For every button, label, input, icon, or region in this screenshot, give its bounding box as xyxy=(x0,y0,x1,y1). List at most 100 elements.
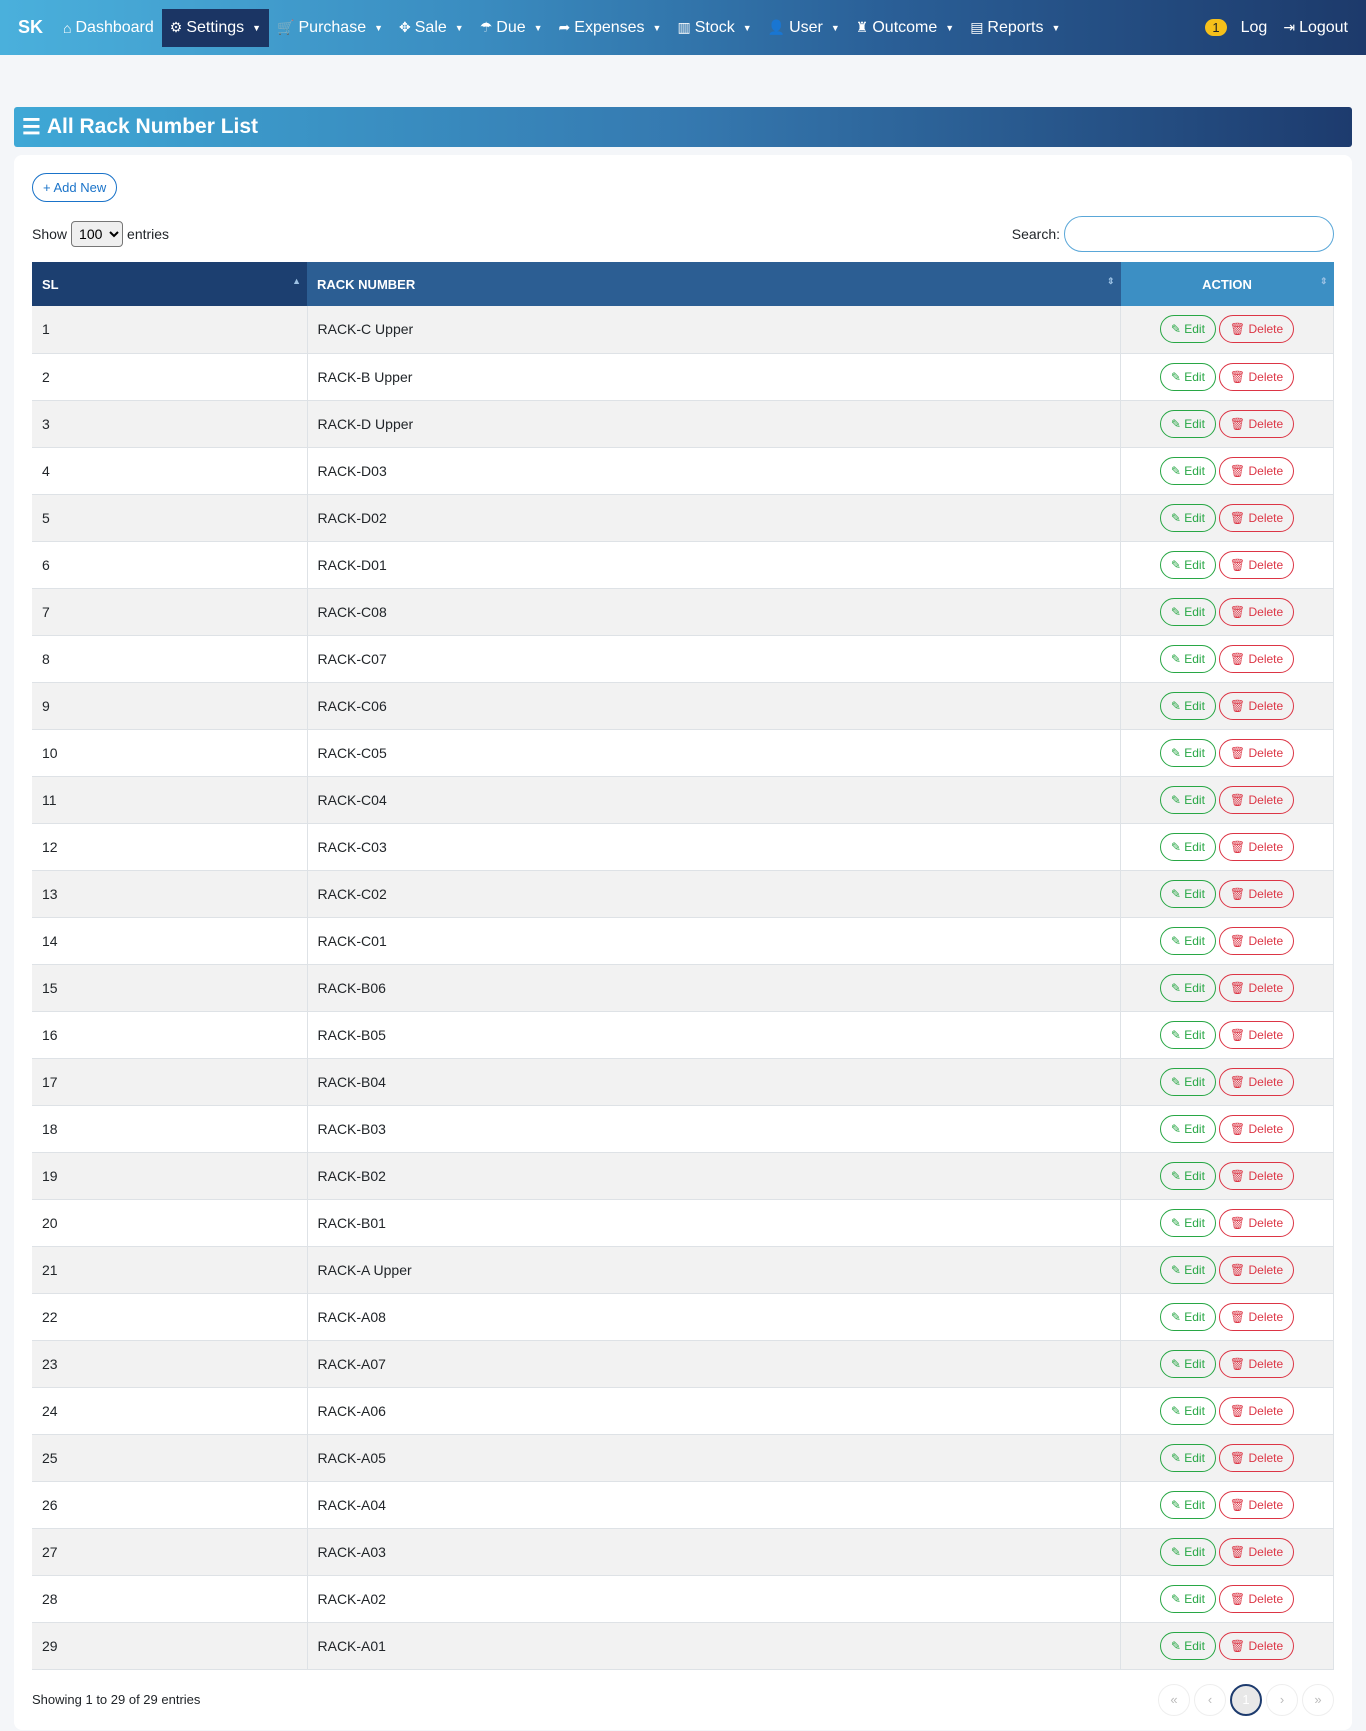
delete-button[interactable]: 🗑 Delete xyxy=(1218,1067,1295,1096)
nav-sale[interactable]: ✥ Sale ▼ xyxy=(391,9,472,47)
edit-button[interactable]: ✎ Edit xyxy=(1159,785,1216,814)
nav-dashboard[interactable]: ⌂ Dashboard xyxy=(55,9,162,47)
logout-link[interactable]: ⇥ Logout xyxy=(1275,9,1356,47)
cell-action: ✎ Edit 🗑 Delete xyxy=(1120,682,1334,730)
edit-button[interactable]: ✎ Edit xyxy=(1159,1208,1216,1237)
delete-button[interactable]: 🗑 Delete xyxy=(1218,456,1295,485)
trash-icon: 🗑 xyxy=(1229,1403,1249,1418)
add-new-button[interactable]: + Add New xyxy=(32,173,118,202)
edit-button[interactable]: ✎ Edit xyxy=(1159,1443,1216,1472)
delete-button[interactable]: 🗑 Delete xyxy=(1218,926,1295,955)
delete-button[interactable]: 🗑 Delete xyxy=(1218,597,1295,626)
delete-button[interactable]: 🗑 Delete xyxy=(1218,1584,1295,1613)
delete-button[interactable]: 🗑 Delete xyxy=(1218,362,1295,391)
delete-button[interactable]: 🗑 Delete xyxy=(1218,1396,1295,1425)
edit-button[interactable]: ✎ Edit xyxy=(1159,1302,1216,1331)
edit-button[interactable]: ✎ Edit xyxy=(1159,1584,1216,1613)
edit-button[interactable]: ✎ Edit xyxy=(1159,1631,1216,1660)
trash-icon: 🗑 xyxy=(1229,510,1249,525)
edit-icon: ✎ xyxy=(1170,651,1185,666)
delete-button[interactable]: 🗑 Delete xyxy=(1218,1020,1295,1049)
edit-button[interactable]: ✎ Edit xyxy=(1159,1255,1216,1284)
edit-button[interactable]: ✎ Edit xyxy=(1159,409,1216,438)
header-rack-number[interactable]: RACK NUMBER ⇕ xyxy=(307,262,1121,306)
trash-icon: 🗑 xyxy=(1229,1591,1249,1606)
edit-button[interactable]: ✎ Edit xyxy=(1159,644,1216,673)
delete-button[interactable]: 🗑 Delete xyxy=(1218,1490,1295,1519)
delete-button[interactable]: 🗑 Delete xyxy=(1218,1114,1295,1143)
nav-user[interactable]: 👤 User ▼ xyxy=(760,9,848,47)
edit-button[interactable]: ✎ Edit xyxy=(1159,597,1216,626)
delete-button[interactable]: 🗑 Delete xyxy=(1218,1302,1295,1331)
nav-settings[interactable]: ⚙ Settings ▼ xyxy=(161,8,270,47)
page-button[interactable]: › xyxy=(1266,1683,1298,1716)
brand[interactable]: SK xyxy=(18,17,43,38)
edit-button[interactable]: ✎ Edit xyxy=(1159,315,1216,344)
delete-button[interactable]: 🗑 Delete xyxy=(1218,1161,1295,1190)
delete-button[interactable]: 🗑 Delete xyxy=(1218,691,1295,720)
edit-button[interactable]: ✎ Edit xyxy=(1159,879,1216,908)
edit-button[interactable]: ✎ Edit xyxy=(1159,832,1216,861)
search-input[interactable] xyxy=(1064,216,1334,252)
delete-label: Delete xyxy=(1248,1544,1284,1559)
table-row: 15 RACK-B06 ✎ Edit 🗑 Delete xyxy=(32,964,1334,1012)
edit-button[interactable]: ✎ Edit xyxy=(1159,1490,1216,1519)
edit-button[interactable]: ✎ Edit xyxy=(1159,1114,1216,1143)
edit-button[interactable]: ✎ Edit xyxy=(1159,503,1216,532)
edit-button[interactable]: ✎ Edit xyxy=(1159,362,1216,391)
delete-button[interactable]: 🗑 Delete xyxy=(1218,1349,1295,1378)
edit-button[interactable]: ✎ Edit xyxy=(1159,1396,1216,1425)
delete-button[interactable]: 🗑 Delete xyxy=(1218,879,1295,908)
header-action[interactable]: ACTION ⇕ xyxy=(1120,262,1334,306)
delete-button[interactable]: 🗑 Delete xyxy=(1218,1537,1295,1566)
edit-button[interactable]: ✎ Edit xyxy=(1159,926,1216,955)
delete-button[interactable]: 🗑 Delete xyxy=(1218,409,1295,438)
edit-label: Edit xyxy=(1184,604,1205,619)
cell-action: ✎ Edit 🗑 Delete xyxy=(1120,1387,1334,1435)
page-button[interactable]: « xyxy=(1158,1683,1190,1716)
header-sl[interactable]: SL ▲ xyxy=(32,262,307,306)
delete-button[interactable]: 🗑 Delete xyxy=(1218,315,1295,344)
delete-label: Delete xyxy=(1248,1262,1284,1277)
delete-button[interactable]: 🗑 Delete xyxy=(1218,644,1295,673)
delete-label: Delete xyxy=(1248,1450,1284,1465)
cell-sl: 18 xyxy=(32,1105,308,1153)
edit-label: Edit xyxy=(1184,1121,1205,1136)
log-link[interactable]: Log xyxy=(1233,9,1276,47)
delete-button[interactable]: 🗑 Delete xyxy=(1218,973,1295,1002)
edit-button[interactable]: ✎ Edit xyxy=(1159,973,1216,1002)
trash-icon: 🗑 xyxy=(1229,322,1249,337)
edit-button[interactable]: ✎ Edit xyxy=(1159,456,1216,485)
cell-action: ✎ Edit 🗑 Delete xyxy=(1120,1199,1334,1247)
nav-reports[interactable]: ▤ Reports ▼ xyxy=(962,9,1068,47)
delete-button[interactable]: 🗑 Delete xyxy=(1218,1631,1295,1660)
delete-button[interactable]: 🗑 Delete xyxy=(1218,832,1295,861)
edit-button[interactable]: ✎ Edit xyxy=(1159,550,1216,579)
edit-label: Edit xyxy=(1184,463,1205,478)
edit-button[interactable]: ✎ Edit xyxy=(1159,1020,1216,1049)
page-button[interactable]: » xyxy=(1302,1683,1334,1716)
delete-button[interactable]: 🗑 Delete xyxy=(1218,1208,1295,1237)
edit-button[interactable]: ✎ Edit xyxy=(1159,691,1216,720)
delete-button[interactable]: 🗑 Delete xyxy=(1218,550,1295,579)
nav-expenses[interactable]: ➦ Expenses ▼ xyxy=(551,9,670,47)
cell-rack-number: RACK-A03 xyxy=(307,1528,1121,1576)
page-button[interactable]: ‹ xyxy=(1194,1683,1226,1716)
page-button[interactable]: 1 xyxy=(1230,1683,1262,1716)
nav-stock[interactable]: ▥ Stock ▼ xyxy=(669,9,759,47)
delete-button[interactable]: 🗑 Delete xyxy=(1218,785,1295,814)
edit-button[interactable]: ✎ Edit xyxy=(1159,738,1216,767)
delete-button[interactable]: 🗑 Delete xyxy=(1218,1255,1295,1284)
delete-button[interactable]: 🗑 Delete xyxy=(1218,1443,1295,1472)
delete-button[interactable]: 🗑 Delete xyxy=(1218,738,1295,767)
nav-outcome[interactable]: ♜ Outcome ▼ xyxy=(848,9,962,47)
nav-due[interactable]: ☂ Due ▼ xyxy=(472,9,551,47)
delete-button[interactable]: 🗑 Delete xyxy=(1218,503,1295,532)
nav-purchase[interactable]: 🛒 Purchase ▼ xyxy=(269,9,391,47)
edit-button[interactable]: ✎ Edit xyxy=(1159,1537,1216,1566)
entries-select[interactable]: 100 xyxy=(71,221,124,247)
edit-button[interactable]: ✎ Edit xyxy=(1159,1161,1216,1190)
nav-label: Outcome xyxy=(872,18,938,36)
edit-button[interactable]: ✎ Edit xyxy=(1159,1067,1216,1096)
edit-button[interactable]: ✎ Edit xyxy=(1159,1349,1216,1378)
